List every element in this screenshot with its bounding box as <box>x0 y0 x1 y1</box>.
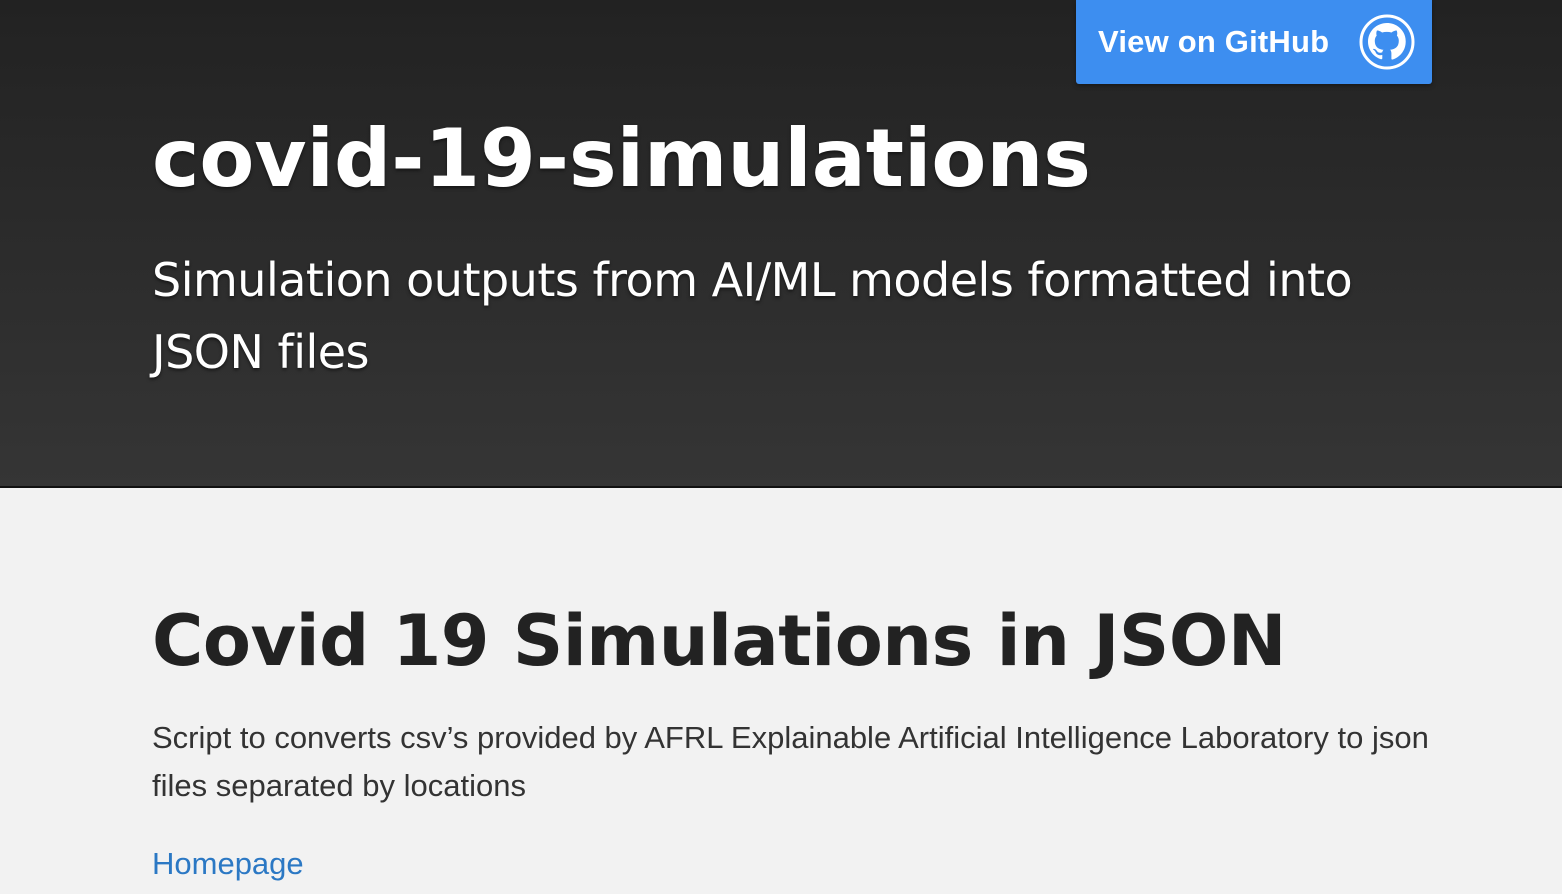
description-text: Script to converts csv’s provided by AFR… <box>152 720 1429 803</box>
project-title: covid-19-simulations <box>152 112 1091 205</box>
main-content: Covid 19 Simulations in JSON Script to c… <box>0 488 1562 894</box>
homepage-link[interactable]: Homepage <box>152 844 304 884</box>
project-tagline: Simulation outputs from AI/ML models for… <box>152 253 1353 379</box>
site-header: View on GitHub covid-19-simulations Simu… <box>0 0 1562 488</box>
github-button-label: View on GitHub <box>1098 24 1330 59</box>
section-heading: Covid 19 Simulations in JSON <box>152 600 1286 682</box>
github-icon <box>1359 14 1415 70</box>
view-on-github-button[interactable]: View on GitHub <box>1076 0 1432 84</box>
